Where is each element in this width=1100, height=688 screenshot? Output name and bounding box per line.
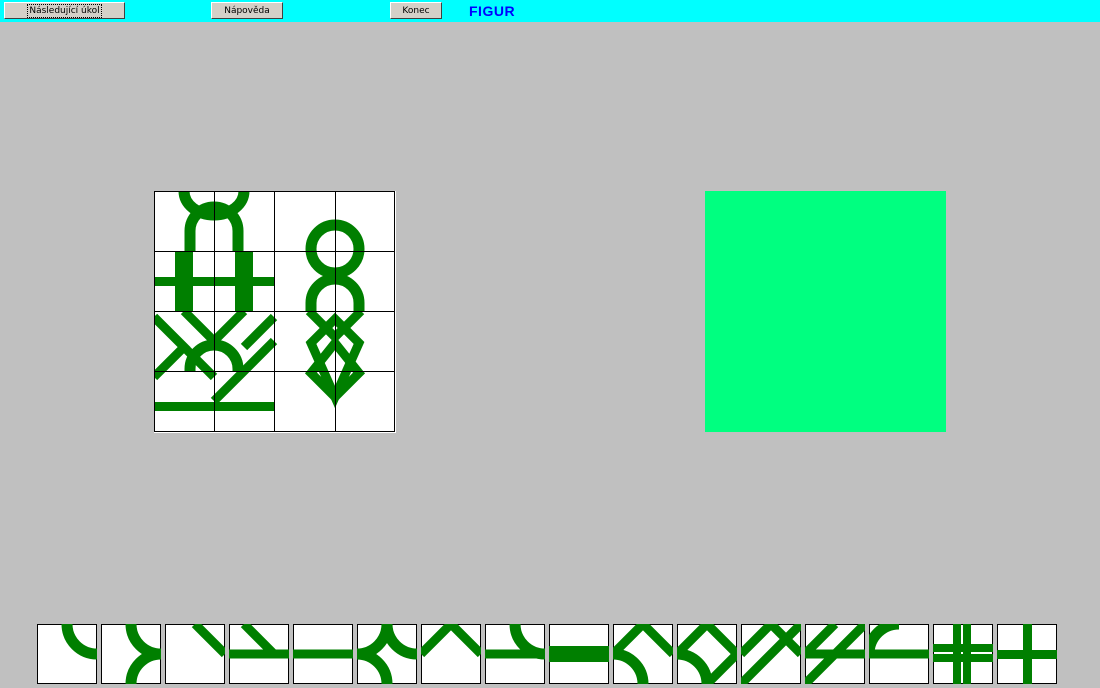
palette-tile-13[interactable] xyxy=(805,624,865,684)
next-task-label: Následující úkol xyxy=(27,3,102,18)
assembly-area-fill xyxy=(705,191,946,432)
assembly-area-svg xyxy=(705,191,946,432)
help-button[interactable]: Nápověda xyxy=(211,2,283,19)
palette-tile-10[interactable] xyxy=(613,624,673,684)
palette-tile-4[interactable] xyxy=(229,624,289,684)
tile-palette xyxy=(37,624,1061,684)
pattern-figure-svg xyxy=(154,191,396,433)
palette-tile-14[interactable] xyxy=(869,624,929,684)
help-label: Nápověda xyxy=(224,5,270,16)
pattern-figure xyxy=(154,191,396,433)
palette-tile-5[interactable] xyxy=(293,624,353,684)
palette-tile-16[interactable] xyxy=(997,624,1057,684)
palette-tile-6[interactable] xyxy=(357,624,417,684)
palette-tile-12[interactable] xyxy=(741,624,801,684)
palette-tile-3[interactable] xyxy=(165,624,226,684)
exit-button[interactable]: Konec xyxy=(390,2,442,19)
palette-tile-1[interactable] xyxy=(37,624,98,684)
next-task-button[interactable]: Následující úkol xyxy=(4,2,125,19)
palette-tile-11[interactable] xyxy=(677,624,737,684)
palette-tile-8[interactable] xyxy=(485,624,545,684)
assembly-area[interactable] xyxy=(705,191,946,432)
palette-tile-9[interactable] xyxy=(549,624,609,684)
palette-tile-7[interactable] xyxy=(421,624,481,684)
palette-tile-2[interactable] xyxy=(101,624,162,684)
app-title: FIGUR xyxy=(469,3,516,19)
palette-tile-15[interactable] xyxy=(933,624,993,684)
tile-palette-svg xyxy=(37,624,1057,684)
top-toolbar: Následující úkol Nápověda Konec FIGUR xyxy=(0,0,1100,22)
exit-label: Konec xyxy=(402,5,430,16)
